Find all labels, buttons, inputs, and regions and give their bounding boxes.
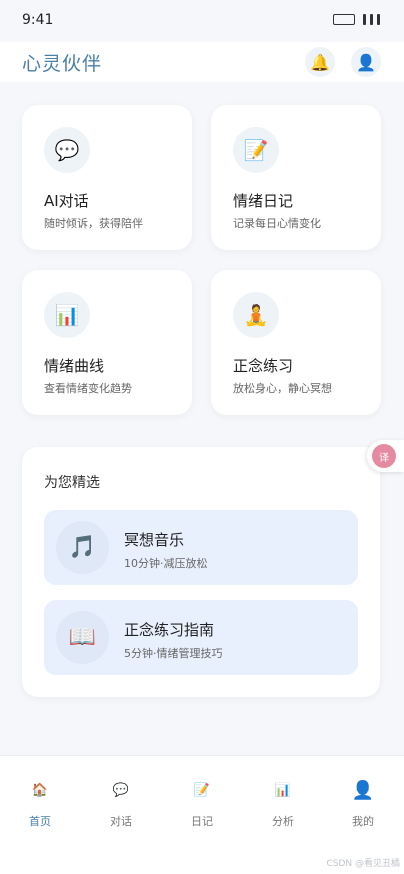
recommendation-subtitle: 10分钟·减压放松: [124, 557, 208, 570]
avatar-button[interactable]: 👤: [351, 47, 381, 77]
nav-item-analysis[interactable]: 📊 分析: [243, 781, 323, 831]
nav-item-diary[interactable]: 📝 日记: [162, 781, 242, 831]
section-title: 为您精选: [44, 475, 100, 491]
book-icon: 📖: [56, 611, 109, 664]
chat-icon: 💬: [44, 127, 90, 173]
feature-desc: 随时倾诉，获得陪伴: [44, 217, 143, 230]
feature-card-mindfulness[interactable]: 🧘 正念练习 放松身心，静心冥想: [211, 270, 381, 415]
status-icons: [333, 14, 380, 25]
status-time: 9:41: [22, 12, 54, 28]
recommendations-section: 为您精选 🎵 冥想音乐 10分钟·减压放松 📖 正念练习指南 5分钟·情绪管理技…: [22, 447, 380, 697]
profile-icon: 👤: [351, 780, 375, 801]
signal-bar-icon: [377, 14, 380, 25]
feature-title: 正念练习: [233, 357, 294, 375]
bottom-nav: 🏠 首页 💬 对话 📝 日记 📊 分析 👤 我的 CSDN @看见丑橘: [0, 755, 404, 874]
chart-icon: 📊: [44, 292, 90, 338]
recommendation-title: 正念练习指南: [124, 621, 215, 639]
avatar-icon: 👤: [356, 52, 376, 72]
meditation-icon: 🧘: [233, 292, 279, 338]
feature-card-ai-chat[interactable]: 💬 AI对话 随时倾诉，获得陪伴: [22, 105, 192, 250]
feature-card-diary[interactable]: 📝 情绪日记 记录每日心情变化: [211, 105, 381, 250]
feature-desc: 放松身心，静心冥想: [233, 382, 332, 395]
status-bar: 9:41: [0, 0, 404, 42]
diary-icon: 📝: [193, 783, 211, 798]
notification-button[interactable]: 🔔: [305, 47, 335, 77]
translate-button[interactable]: 译: [367, 440, 404, 472]
signal-bar-icon: [370, 14, 373, 25]
signal-bar-icon: [363, 14, 366, 25]
nav-label: 首页: [29, 815, 51, 828]
feature-title: 情绪日记: [233, 192, 294, 210]
nav-item-home[interactable]: 🏠 首页: [0, 781, 80, 831]
feature-card-mood-curve[interactable]: 📊 情绪曲线 查看情绪变化趋势: [22, 270, 192, 415]
watermark: CSDN @看见丑橘: [326, 859, 400, 869]
feature-title: 情绪曲线: [44, 357, 105, 375]
home-icon: 🏠: [31, 783, 49, 798]
battery-icon: [333, 14, 355, 25]
feature-desc: 查看情绪变化趋势: [44, 382, 132, 395]
music-icon: 🎵: [56, 521, 109, 574]
app-title: 心灵伙伴: [22, 53, 103, 75]
nav-label: 对话: [110, 815, 132, 828]
recommendation-subtitle: 5分钟·情绪管理技巧: [124, 647, 223, 660]
nav-label: 日记: [191, 815, 213, 828]
recommendation-item-mindfulness-guide[interactable]: 📖 正念练习指南 5分钟·情绪管理技巧: [44, 600, 358, 675]
nav-item-profile[interactable]: 👤 我的: [323, 781, 403, 831]
recommendation-item-meditation-music[interactable]: 🎵 冥想音乐 10分钟·减压放松: [44, 510, 358, 585]
chat-icon: 💬: [112, 783, 130, 798]
nav-item-chat[interactable]: 💬 对话: [81, 781, 161, 831]
app-header: 心灵伙伴 🔔 👤: [0, 42, 404, 82]
feature-desc: 记录每日心情变化: [233, 217, 321, 230]
analysis-icon: 📊: [274, 783, 292, 798]
recommendation-title: 冥想音乐: [124, 531, 185, 549]
feature-title: AI对话: [44, 192, 89, 210]
nav-label: 分析: [272, 815, 294, 828]
translate-icon: 译: [372, 444, 396, 468]
diary-icon: 📝: [233, 127, 279, 173]
nav-label: 我的: [352, 815, 374, 828]
bell-icon: 🔔: [310, 52, 330, 72]
